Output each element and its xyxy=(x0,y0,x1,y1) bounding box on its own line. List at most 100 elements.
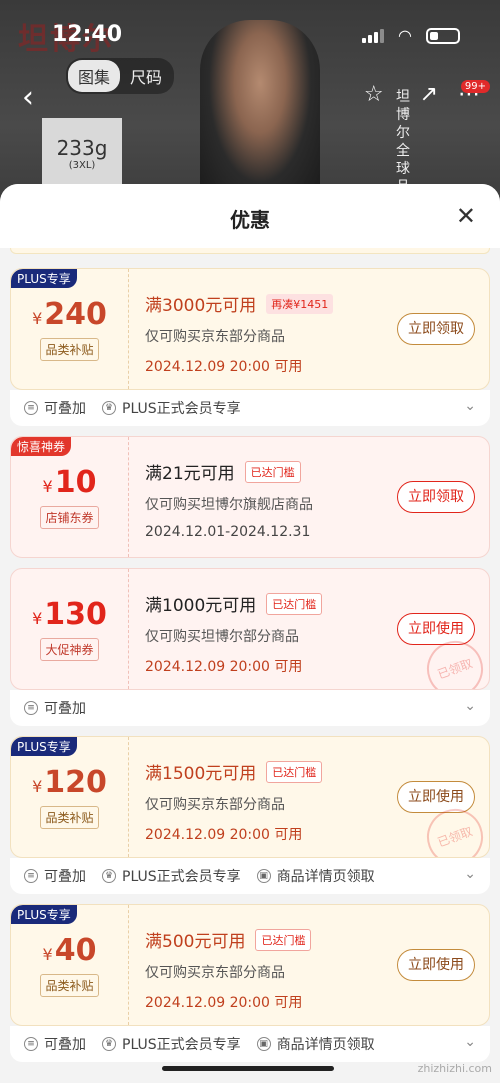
claim-button[interactable]: 立即领取 xyxy=(397,481,475,513)
coupon-amount: ¥ 130 xyxy=(32,597,107,632)
coupon-type: 品类补贴 xyxy=(40,806,99,829)
surprise-tag: 惊喜神券 xyxy=(11,437,72,456)
threshold-chip: 已达门槛 xyxy=(266,592,323,615)
share-icon[interactable]: ↗ xyxy=(420,82,438,107)
chevron-down-icon[interactable]: ⌄ xyxy=(464,1034,476,1050)
amount-value: 130 xyxy=(44,597,107,632)
chevron-down-icon[interactable]: ⌄ xyxy=(464,866,476,882)
condition-text: 满21元可用 xyxy=(145,464,235,484)
amount-value: 40 xyxy=(54,933,97,968)
currency-symbol: ¥ xyxy=(32,309,43,328)
feature-detail-page: ▣ 商品详情页领取 xyxy=(256,1034,375,1054)
feature-stackable: ≡ 可叠加 xyxy=(24,698,86,718)
coupon-type: 大促神券 xyxy=(40,638,99,661)
currency-symbol: ¥ xyxy=(32,777,43,796)
coupon-main: ¥ 130 大促神券 满1000元可用 已达门槛 仅可购买坦博尔部分商品 202… xyxy=(10,568,490,690)
feature-label: PLUS正式会员专享 xyxy=(122,1037,241,1053)
coupon-main: 惊喜神券 ¥ 10 店铺东券 满21元可用 已达门槛 仅可购买坦博尔旗舰店商品 … xyxy=(10,436,490,558)
valid-date: 2024.12.09 20:00 可用 xyxy=(145,995,303,1011)
chevron-down-icon[interactable]: ⌄ xyxy=(464,698,476,714)
coupon-features: ≡ 可叠加 ⌄ xyxy=(10,690,490,726)
claim-button[interactable]: 立即领取 xyxy=(397,313,475,345)
currency-symbol: ¥ xyxy=(42,477,53,496)
feature-detail-page: ▣ 商品详情页领取 xyxy=(256,866,375,886)
coupon-main: PLUS专享 ¥ 120 品类补贴 满1500元可用 已达门槛 仅可购买京东部分… xyxy=(10,736,490,858)
feature-label: 可叠加 xyxy=(44,1037,86,1053)
coupon-amount: ¥ 10 xyxy=(43,465,97,500)
coupon-card: 惊喜神券 ¥ 10 店铺东券 满21元可用 已达门槛 仅可购买坦博尔旗舰店商品 … xyxy=(10,436,490,558)
media-tabs: 图集 尺码 xyxy=(66,58,175,94)
plus-tag: PLUS专享 xyxy=(11,269,77,288)
favorite-icon[interactable]: ☆ xyxy=(364,82,384,107)
feature-label: 商品详情页领取 xyxy=(276,1037,375,1053)
back-icon[interactable]: ‹ xyxy=(22,80,34,115)
valid-date: 2024.12.01-2024.12.31 xyxy=(145,524,311,540)
feature-plus: ♛ PLUS正式会员专享 xyxy=(102,866,241,886)
status-icons: ◠ xyxy=(362,26,460,45)
close-icon[interactable]: ✕ xyxy=(456,202,476,230)
threshold-chip: 已达门槛 xyxy=(255,928,312,951)
sheet-title: 优惠 xyxy=(230,208,270,232)
weight-value: 233g xyxy=(56,136,108,160)
page-icon: ▣ xyxy=(256,1037,271,1051)
coupon-card: PLUS专享 ¥ 40 品类补贴 满500元可用 已达门槛 仅可购买京东部分商品… xyxy=(10,904,490,1062)
status-time: 12:40 xyxy=(52,22,123,47)
chevron-down-icon[interactable]: ⌄ xyxy=(464,398,476,414)
valid-date: 2024.12.09 20:00 可用 xyxy=(145,359,303,375)
feature-label: PLUS正式会员专享 xyxy=(122,869,241,885)
coupon-card: ¥ 130 大促神券 满1000元可用 已达门槛 仅可购买坦博尔部分商品 202… xyxy=(10,568,490,726)
previous-coupon-edge xyxy=(10,248,490,254)
threshold-chip: 再凑¥1451 xyxy=(266,293,334,314)
use-button[interactable]: 立即使用 xyxy=(397,613,475,645)
home-indicator xyxy=(162,1066,334,1071)
coupon-details: 满21元可用 已达门槛 仅可购买坦博尔旗舰店商品 2024.12.01-2024… xyxy=(129,437,489,557)
coupon-value-area: ¥ 130 大促神券 xyxy=(11,569,129,689)
stack-icon: ≡ xyxy=(24,869,38,883)
page-icon: ▣ xyxy=(256,869,271,883)
stack-icon: ≡ xyxy=(24,401,38,415)
coupon-features: ≡ 可叠加 ♛ PLUS正式会员专享 ▣ 商品详情页领取 ⌄ xyxy=(10,858,490,894)
threshold-chip: 已达门槛 xyxy=(266,760,323,783)
coupon-list: PLUS专享 ¥ 240 品类补贴 满3000元可用 再凑¥1451 仅可购买京… xyxy=(10,268,490,1072)
coupon-details: 满1500元可用 已达门槛 仅可购买京东部分商品 2024.12.09 20:0… xyxy=(129,737,489,857)
coupon-type: 品类补贴 xyxy=(40,974,99,997)
coupon-card: PLUS专享 ¥ 240 品类补贴 满3000元可用 再凑¥1451 仅可购买京… xyxy=(10,268,490,426)
amount-value: 10 xyxy=(54,465,97,500)
feature-stackable: ≡ 可叠加 xyxy=(24,398,86,418)
feature-label: 可叠加 xyxy=(44,869,86,885)
coupon-main: PLUS专享 ¥ 40 品类补贴 满500元可用 已达门槛 仅可购买京东部分商品… xyxy=(10,904,490,1026)
tab-size[interactable]: 尺码 xyxy=(120,60,172,92)
watermark: zhizhizhi.com xyxy=(417,1062,492,1075)
tab-gallery[interactable]: 图集 xyxy=(68,60,121,92)
crown-icon: ♛ xyxy=(102,401,116,415)
coupon-features: ≡ 可叠加 ♛ PLUS正式会员专享 ⌄ xyxy=(10,390,490,426)
plus-tag: PLUS专享 xyxy=(11,737,77,756)
coupon-features: ≡ 可叠加 ♛ PLUS正式会员专享 ▣ 商品详情页领取 ⌄ xyxy=(10,1026,490,1062)
coupon-details: 满1000元可用 已达门槛 仅可购买坦博尔部分商品 2024.12.09 20:… xyxy=(129,569,489,689)
amount-value: 240 xyxy=(44,297,107,332)
currency-symbol: ¥ xyxy=(32,609,43,628)
notification-badge: 99+ xyxy=(460,80,490,93)
sheet-header: 优惠 ✕ xyxy=(0,184,500,248)
coupon-amount: ¥ 240 xyxy=(32,297,107,332)
feature-label: 可叠加 xyxy=(44,701,86,717)
feature-label: 可叠加 xyxy=(44,401,86,417)
currency-symbol: ¥ xyxy=(42,945,53,964)
feature-stackable: ≡ 可叠加 xyxy=(24,866,86,886)
product-page-background: 坦博尔 12:40 ◠ 图集 尺码 ‹ 233g (3XL) 坦博尔全球品 ☆ … xyxy=(0,0,500,210)
feature-plus: ♛ PLUS正式会员专享 xyxy=(102,1034,241,1054)
feature-label: 商品详情页领取 xyxy=(276,869,375,885)
crown-icon: ♛ xyxy=(102,869,116,883)
amount-value: 120 xyxy=(44,765,107,800)
coupon-sheet: 优惠 ✕ PLUS专享 ¥ 240 品类补贴 满3000元可用 再凑¥1451 xyxy=(0,184,500,1083)
use-button[interactable]: 立即使用 xyxy=(397,781,475,813)
coupon-amount: ¥ 40 xyxy=(43,933,97,968)
use-button[interactable]: 立即使用 xyxy=(397,949,475,981)
plus-tag: PLUS专享 xyxy=(11,905,77,924)
coupon-type: 店铺东券 xyxy=(40,506,99,529)
coupon-type: 品类补贴 xyxy=(40,338,99,361)
coupon-amount: ¥ 120 xyxy=(32,765,107,800)
feature-plus: ♛ PLUS正式会员专享 xyxy=(102,398,241,418)
coupon-details: 满3000元可用 再凑¥1451 仅可购买京东部分商品 2024.12.09 2… xyxy=(129,269,489,389)
coupon-details: 满500元可用 已达门槛 仅可购买京东部分商品 2024.12.09 20:00… xyxy=(129,905,489,1025)
